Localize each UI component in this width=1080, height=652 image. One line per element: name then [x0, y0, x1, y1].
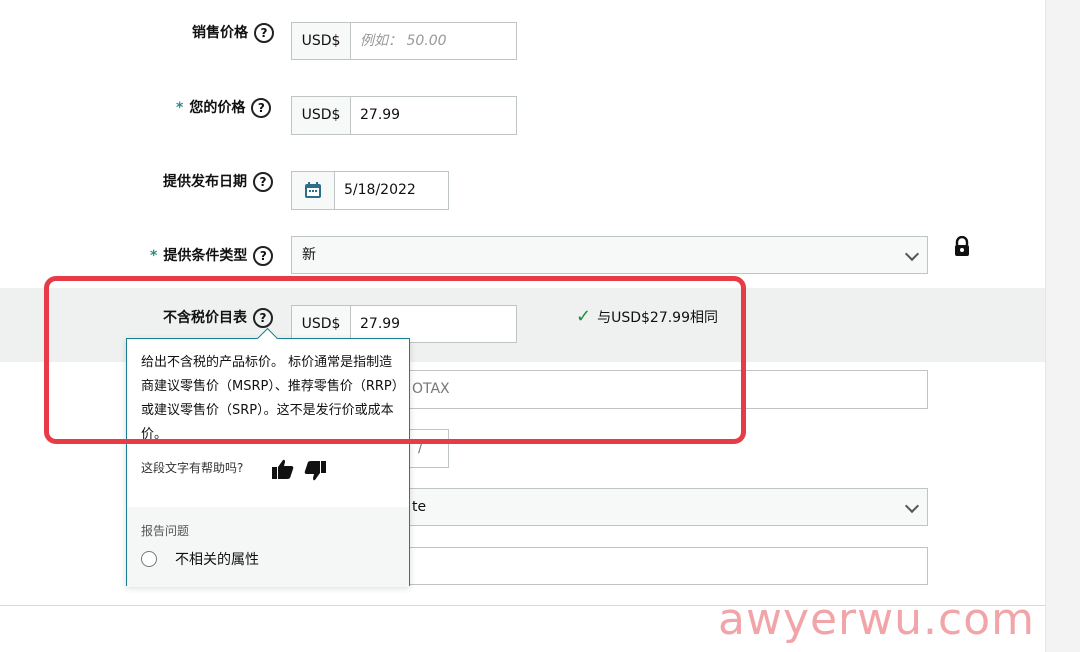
report-section [127, 507, 409, 587]
feedback-question: 这段文字有帮助吗? [141, 461, 244, 475]
sale-price-input[interactable]: USD$ 例如： 50.00 [291, 22, 517, 60]
sale-price-placeholder: 例如： 50.00 [360, 33, 447, 49]
offer-release-date-label: 提供发布日期? [163, 171, 273, 192]
report-option-label[interactable]: 不相关的属性 [175, 549, 259, 569]
highlight-box [44, 276, 746, 444]
help-icon[interactable]: ? [253, 172, 273, 192]
partial-select-value: te [412, 499, 427, 515]
condition-type-select[interactable]: 新 [291, 236, 928, 274]
thumbs-up-icon[interactable] [272, 459, 294, 483]
condition-type-value: 新 [302, 247, 316, 263]
release-date-value: 5/18/2022 [344, 182, 416, 198]
chevron-down-icon [904, 246, 920, 262]
thumbs-down-icon[interactable] [304, 461, 326, 485]
your-price-value: 27.99 [360, 107, 401, 123]
condition-type-label: * 提供条件类型? [150, 245, 274, 266]
right-scroll-area [1045, 0, 1080, 652]
your-price-label: * 您的价格? [176, 97, 272, 118]
your-price-input[interactable]: USD$ 27.99 [291, 96, 517, 135]
watermark-text: awyerwu.com [718, 594, 1035, 645]
currency-prefix: USD$ [292, 23, 351, 59]
report-title: 报告问题 [141, 524, 190, 538]
help-icon[interactable]: ? [254, 23, 274, 43]
chevron-down-icon [904, 498, 920, 514]
lock-icon [953, 235, 971, 260]
report-option-radio[interactable] [141, 551, 157, 567]
currency-prefix: USD$ [292, 97, 351, 134]
calendar-icon[interactable] [292, 172, 335, 209]
help-icon[interactable]: ? [251, 98, 272, 118]
release-date-input[interactable]: 5/18/2022 [291, 171, 449, 210]
sale-price-label: 销售价格? [192, 22, 274, 43]
help-icon[interactable]: ? [253, 246, 274, 266]
